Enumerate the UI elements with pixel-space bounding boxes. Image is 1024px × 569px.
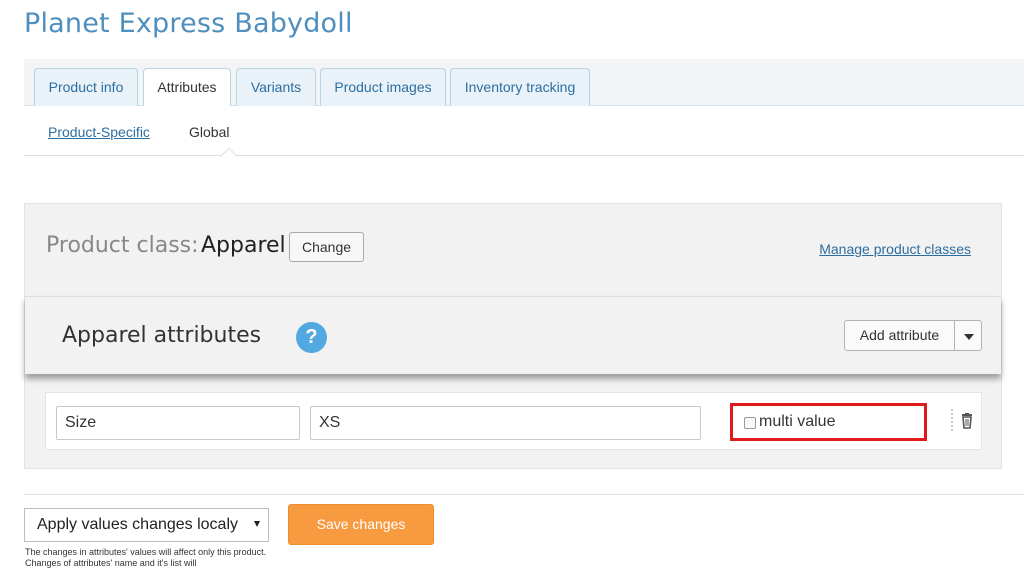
apply-values-select[interactable]: Apply values changes localy [24, 508, 269, 542]
checkbox-icon[interactable] [744, 417, 756, 429]
tab-product-info[interactable]: Product info [34, 68, 138, 106]
tab-attributes[interactable]: Attributes [143, 68, 231, 107]
active-subtab-pointer [220, 147, 238, 165]
question-circle-icon[interactable]: ? [296, 322, 327, 353]
attributes-title: Apparel attributes [62, 323, 262, 348]
multi-value-label[interactable]: multi value [759, 413, 835, 431]
drag-handle-icon[interactable] [951, 409, 955, 431]
attribute-value-field[interactable]: XS [310, 406, 701, 440]
tab-variants[interactable]: Variants [236, 68, 316, 106]
attribute-row: Size XS multi value [45, 392, 982, 450]
product-class-value: Apparel [201, 233, 286, 258]
sub-navigation: Product-Specific Global [24, 106, 1024, 165]
page-title: Planet Express Babydoll [24, 8, 353, 39]
footer-divider [24, 494, 1024, 495]
chevron-down-icon[interactable] [954, 320, 982, 351]
save-changes-button[interactable]: Save changes [288, 504, 434, 545]
select-arrow-icon [254, 521, 260, 527]
multi-value-highlight: multi value [730, 403, 927, 441]
attributes-header: Apparel attributes ? Add attribute [25, 296, 1001, 374]
tab-bar: Product info Attributes Variants Product… [24, 59, 1024, 107]
product-class-label: Product class: [46, 233, 199, 258]
tab-inventory-tracking[interactable]: Inventory tracking [450, 68, 590, 106]
manage-product-classes-link[interactable]: Manage product classes [819, 241, 971, 257]
attribute-name-field[interactable]: Size [56, 406, 300, 440]
subtab-product-specific[interactable]: Product-Specific [48, 124, 150, 140]
change-class-button[interactable]: Change [289, 232, 364, 262]
apply-values-selected: Apply values changes localy [37, 516, 239, 533]
subtab-global[interactable]: Global [189, 124, 229, 140]
trash-icon[interactable] [960, 413, 974, 429]
product-class-panel: Product class: Apparel Change Manage pro… [24, 203, 1002, 469]
add-attribute-button[interactable]: Add attribute [844, 320, 955, 351]
tab-product-images[interactable]: Product images [320, 68, 446, 106]
apply-changes-note: The changes in attributes' values will a… [25, 547, 267, 568]
